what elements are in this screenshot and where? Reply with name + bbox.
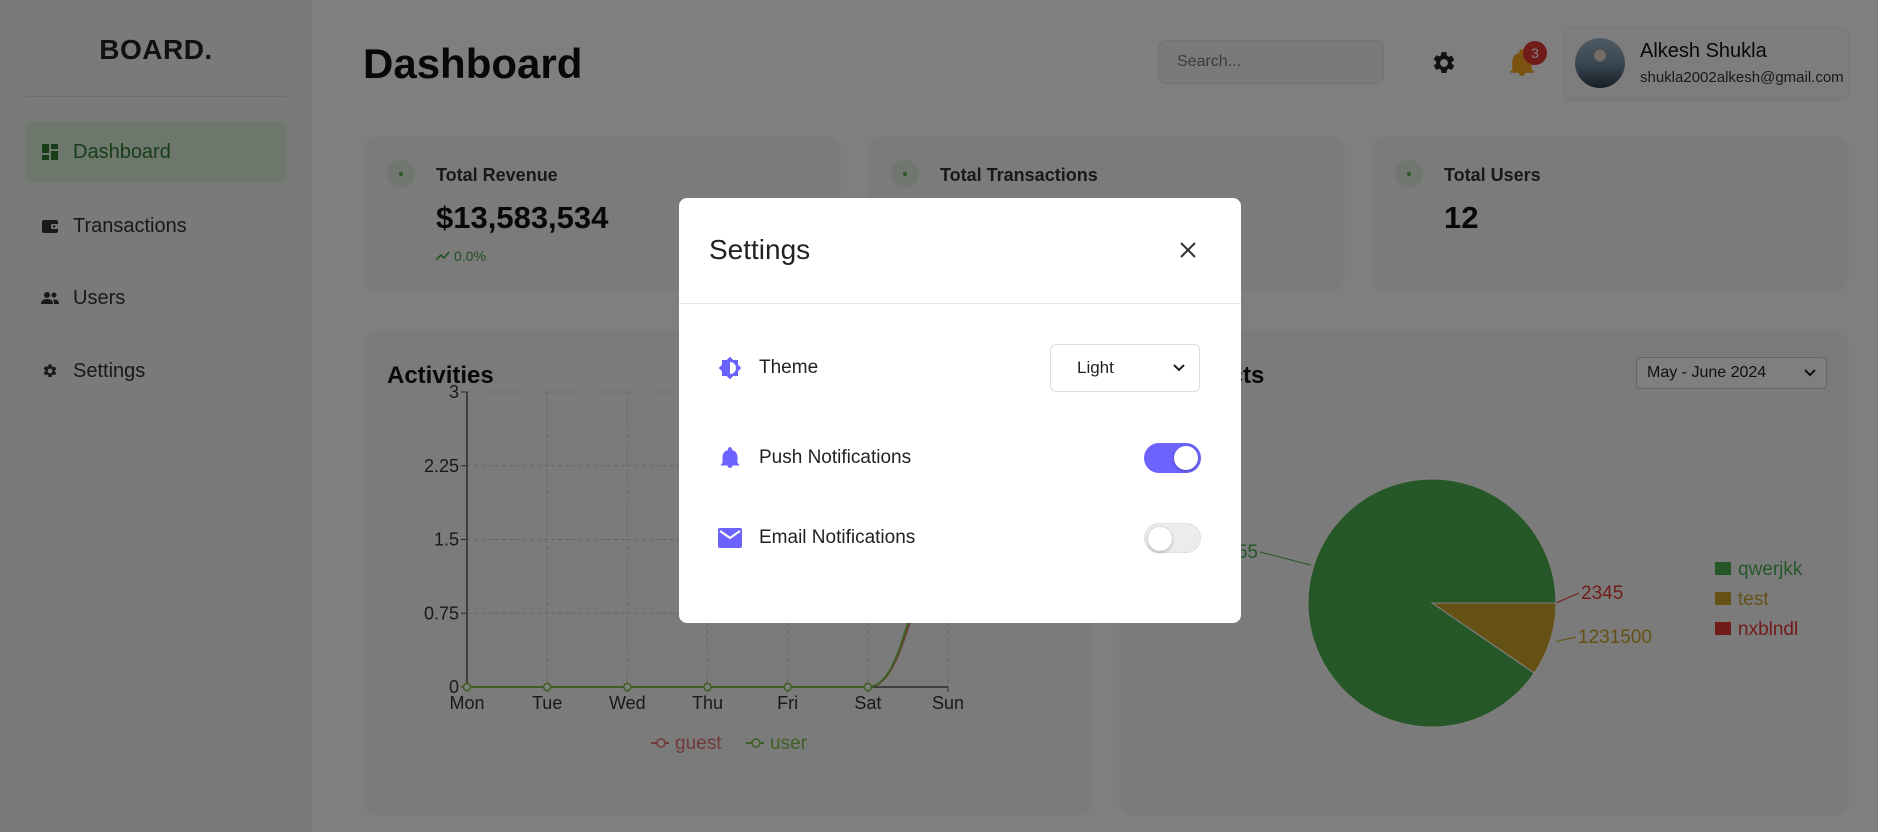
mail-icon (717, 525, 743, 551)
email-notifications-label: Email Notifications (759, 527, 916, 548)
modal-title: Settings (709, 234, 811, 265)
close-button[interactable] (1176, 238, 1200, 262)
bell-icon (717, 445, 743, 471)
theme-select[interactable]: Light (1050, 344, 1200, 392)
chevron-down-icon (1173, 364, 1185, 372)
toggle-knob (1148, 527, 1172, 551)
modal-divider (679, 303, 1241, 304)
email-notifications-toggle[interactable] (1144, 523, 1201, 553)
push-notifications-toggle[interactable] (1144, 443, 1201, 473)
theme-select-value: Light (1077, 358, 1114, 377)
close-icon (1180, 242, 1196, 258)
toggle-knob (1174, 446, 1198, 470)
theme-label: Theme (759, 357, 819, 378)
settings-modal: Settings Theme Light Push Notifications … (679, 198, 1241, 623)
push-notifications-label: Push Notifications (759, 447, 912, 468)
theme-icon (717, 355, 743, 381)
